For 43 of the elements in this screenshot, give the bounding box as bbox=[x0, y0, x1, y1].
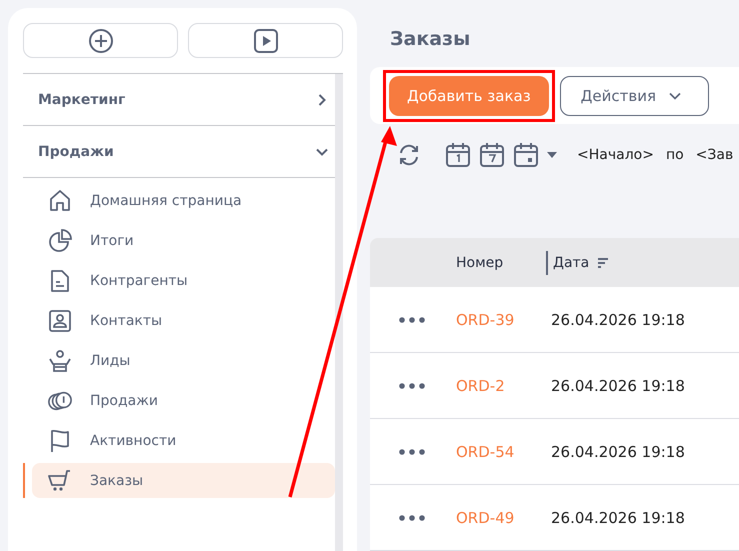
more-icon[interactable] bbox=[399, 448, 425, 454]
sidebar-item[interactable]: Активности bbox=[32, 423, 335, 458]
refresh-icon[interactable] bbox=[397, 143, 421, 167]
more-icon[interactable] bbox=[399, 514, 425, 520]
flag-icon bbox=[48, 428, 72, 452]
table-cell: 26.04.2026 19:18 bbox=[551, 310, 685, 328]
section-label: Продажи bbox=[38, 144, 114, 160]
sidebar-item[interactable]: Домашняя страница bbox=[32, 183, 335, 218]
calendar-week-icon[interactable] bbox=[479, 142, 505, 168]
calendar-icon[interactable] bbox=[513, 142, 539, 168]
sidebar-item[interactable]: Контрагенты bbox=[32, 263, 335, 298]
house-icon bbox=[48, 188, 72, 212]
document-icon bbox=[48, 268, 72, 292]
page-title: Заказы bbox=[390, 27, 472, 52]
person-funnel-icon bbox=[48, 348, 72, 372]
period-start[interactable]: <Начало> bbox=[577, 147, 654, 163]
more-icon[interactable] bbox=[399, 382, 425, 388]
section-label: Маркетинг bbox=[38, 92, 126, 108]
contact-card-icon bbox=[48, 308, 72, 332]
table-cell: 26.04.2026 19:18 bbox=[551, 508, 685, 526]
period-separator: по bbox=[666, 147, 684, 163]
calendar-day-icon[interactable] bbox=[445, 142, 471, 168]
sidebar-item[interactable]: Лиды bbox=[32, 343, 335, 378]
sidebar-item[interactable]: Контакты bbox=[32, 303, 335, 338]
column-header[interactable]: Дата bbox=[553, 254, 590, 270]
column-header[interactable]: Номер bbox=[456, 254, 504, 270]
cart-icon bbox=[48, 468, 72, 492]
scrollbar[interactable] bbox=[335, 74, 343, 551]
pie-chart-icon bbox=[48, 228, 72, 252]
sidebar-item[interactable]: Итоги bbox=[32, 223, 335, 258]
sidebar-item[interactable]: Продажи bbox=[32, 383, 335, 418]
add-button[interactable] bbox=[23, 23, 178, 58]
period-end[interactable]: <Зав bbox=[696, 147, 734, 163]
table-cell: 26.04.2026 19:18 bbox=[551, 442, 685, 460]
sort-icon[interactable] bbox=[597, 256, 610, 268]
caret-down-icon[interactable] bbox=[547, 152, 557, 158]
more-icon[interactable] bbox=[399, 316, 425, 322]
play-button[interactable] bbox=[188, 23, 343, 58]
plus-circle-icon bbox=[88, 28, 114, 54]
sidebar-item[interactable]: Заказы bbox=[32, 463, 335, 498]
play-icon bbox=[252, 28, 278, 54]
table-cell: 26.04.2026 19:18 bbox=[551, 376, 685, 394]
actions-dropdown[interactable]: Действия bbox=[560, 76, 709, 116]
